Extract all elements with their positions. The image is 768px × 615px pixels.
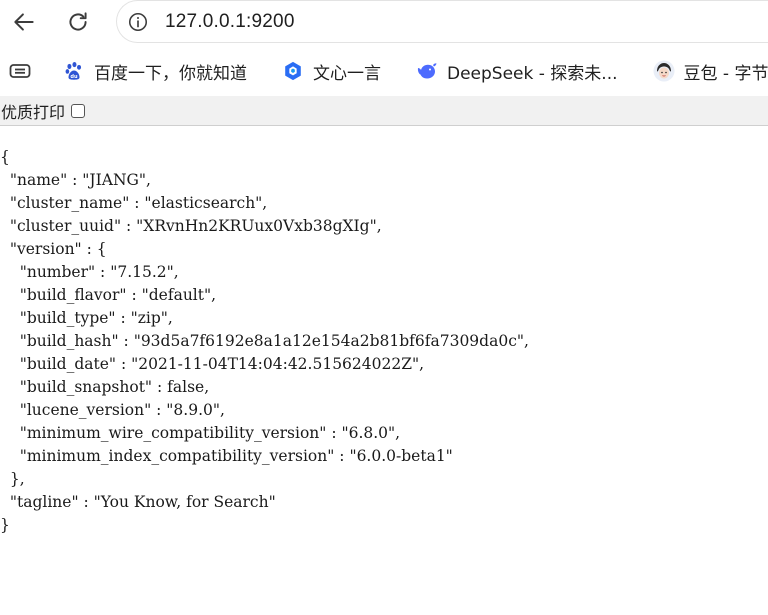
json-line: "build_date" : "2021-11-04T14:04:42.5156… [0,355,425,373]
bookmark-doubao[interactable]: 豆包 - 字节 [652,56,768,86]
baidu-paw-icon: du [62,59,86,83]
tab-search-icon[interactable] [8,58,32,84]
wenxin-cube-icon [281,59,305,83]
bookmark-label: 豆包 - 字节 [683,63,768,84]
address-bar[interactable]: 127.0.0.1:9200 [116,0,768,43]
bookmark-label: 百度一下，你就知道 [94,63,247,84]
json-line: "cluster_uuid" : "XRvnHn2KRUux0Vxb38gXIg… [0,217,382,235]
json-line: "lucene_version" : "8.9.0", [0,401,225,419]
json-line: "build_snapshot" : false, [0,378,210,396]
pretty-print-label: 优质打印 [1,102,66,122]
deepseek-whale-icon [415,59,439,83]
json-line: }, [0,470,25,488]
bookmark-label: 文心一言 [313,63,381,84]
doubao-avatar-icon [652,59,676,83]
json-line: "build_type" : "zip", [0,309,173,327]
url-text[interactable]: 127.0.0.1:9200 [165,11,295,33]
reload-icon [69,12,87,31]
pretty-print-bar: 优质打印 [0,96,768,126]
json-line: "minimum_index_compatibility_version" : … [0,447,453,465]
bookmark-wenxin[interactable]: 文心一言 [281,56,381,86]
json-line: "build_flavor" : "default", [0,286,217,304]
json-line: "number" : "7.15.2", [0,263,179,281]
json-line: "build_hash" : "93d5a7f6192e8a1a12e154a2… [0,332,529,350]
reload-button[interactable] [60,4,96,40]
bookmark-deepseek[interactable]: DeepSeek - 探索未... [415,56,618,86]
site-info-icon[interactable] [127,11,149,33]
json-line: "minimum_wire_compatibility_version" : "… [0,424,401,442]
json-line: { [0,148,10,166]
svg-text:du: du [70,74,78,80]
bookmark-label: DeepSeek - 探索未... [447,63,618,84]
bookmarks-bar: du 百度一下，你就知道 文心一言 DeepSeek - 探索未... 豆包 -… [0,52,768,90]
json-line: "cluster_name" : "elasticsearch", [0,194,268,212]
back-arrow-icon [14,13,34,31]
bookmark-baidu[interactable]: du 百度一下，你就知道 [62,56,247,86]
browser-toolbar: 127.0.0.1:9200 [0,0,768,44]
json-line: "version" : { [0,240,107,258]
pretty-print-checkbox[interactable] [71,103,86,118]
json-response: { "name" : "JIANG", "cluster_name" : "el… [0,146,768,537]
json-line: } [0,516,10,534]
json-line: "tagline" : "You Know, for Search" [0,493,276,511]
back-button[interactable] [6,4,42,40]
json-line: "name" : "JIANG", [0,171,151,189]
